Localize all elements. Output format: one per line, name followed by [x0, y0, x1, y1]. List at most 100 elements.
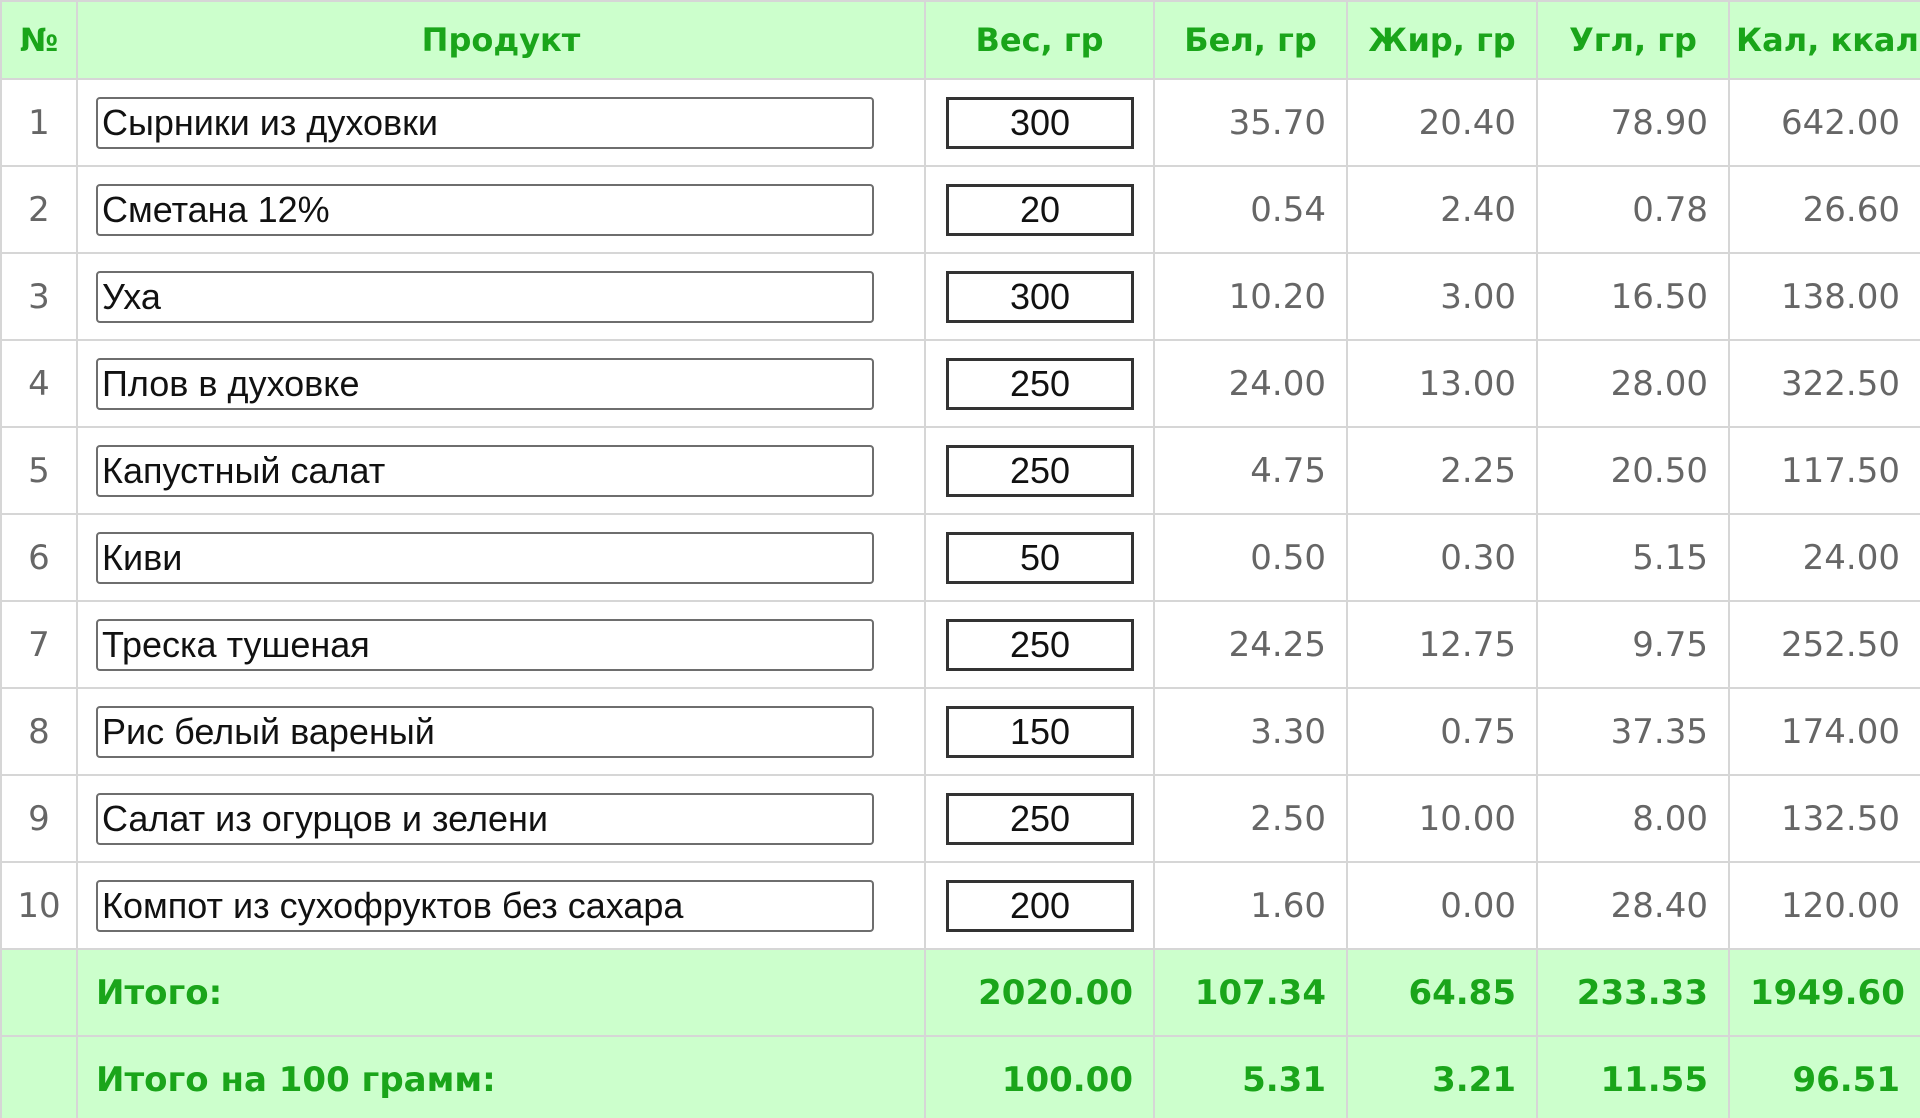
- product-input[interactable]: [96, 270, 874, 323]
- weight-input[interactable]: [946, 444, 1134, 497]
- row-number: 6: [0, 513, 78, 602]
- weight-cell: [924, 687, 1155, 776]
- totals-weight: 2020.00: [924, 948, 1155, 1037]
- weight-input[interactable]: [946, 531, 1134, 584]
- product-input[interactable]: [96, 357, 874, 410]
- totals-label: Итого:: [76, 948, 926, 1037]
- carbs-cell: 20.50: [1536, 426, 1730, 515]
- protein-cell: 2.50: [1153, 774, 1348, 863]
- protein-cell: 3.30: [1153, 687, 1348, 776]
- header-product: Продукт: [76, 0, 926, 80]
- protein-cell: 24.25: [1153, 600, 1348, 689]
- product-cell: [76, 252, 926, 341]
- kcal-cell: 132.50: [1728, 774, 1920, 863]
- fat-cell: 20.40: [1346, 78, 1538, 167]
- carbs-cell: 5.15: [1536, 513, 1730, 602]
- kcal-cell: 138.00: [1728, 252, 1920, 341]
- table-row: 4 24.00 13.00 28.00 322.50: [0, 339, 1920, 428]
- product-input[interactable]: [96, 183, 874, 236]
- weight-input[interactable]: [946, 96, 1134, 149]
- kcal-cell: 26.60: [1728, 165, 1920, 254]
- weight-cell: [924, 78, 1155, 167]
- weight-cell: [924, 339, 1155, 428]
- weight-cell: [924, 165, 1155, 254]
- kcal-cell: 174.00: [1728, 687, 1920, 776]
- product-cell: [76, 78, 926, 167]
- table-row: 7 24.25 12.75 9.75 252.50: [0, 600, 1920, 689]
- fat-cell: 2.40: [1346, 165, 1538, 254]
- product-cell: [76, 165, 926, 254]
- protein-cell: 24.00: [1153, 339, 1348, 428]
- row-number: 5: [0, 426, 78, 515]
- kcal-cell: 117.50: [1728, 426, 1920, 515]
- table-row: 3 10.20 3.00 16.50 138.00: [0, 252, 1920, 341]
- protein-cell: 35.70: [1153, 78, 1348, 167]
- table-row: 6 0.50 0.30 5.15 24.00: [0, 513, 1920, 602]
- totals-protein: 107.34: [1153, 948, 1348, 1037]
- header-num: №: [0, 0, 78, 80]
- product-cell: [76, 687, 926, 776]
- protein-cell: 10.20: [1153, 252, 1348, 341]
- header-protein: Бел, гр: [1153, 0, 1348, 80]
- weight-input[interactable]: [946, 183, 1134, 236]
- table-row: 9 2.50 10.00 8.00 132.50: [0, 774, 1920, 863]
- per100-carbs: 11.55: [1536, 1035, 1730, 1118]
- row-number: 8: [0, 687, 78, 776]
- totals-row: Итого: 2020.00 107.34 64.85 233.33 1949.…: [0, 948, 1920, 1037]
- carbs-cell: 28.00: [1536, 339, 1730, 428]
- weight-input[interactable]: [946, 357, 1134, 410]
- weight-input[interactable]: [946, 705, 1134, 758]
- product-input[interactable]: [96, 96, 874, 149]
- weight-cell: [924, 513, 1155, 602]
- fat-cell: 3.00: [1346, 252, 1538, 341]
- row-number: 7: [0, 600, 78, 689]
- carbs-cell: 16.50: [1536, 252, 1730, 341]
- protein-cell: 0.54: [1153, 165, 1348, 254]
- weight-cell: [924, 426, 1155, 515]
- product-input[interactable]: [96, 792, 874, 845]
- table-row: 2 0.54 2.40 0.78 26.60: [0, 165, 1920, 254]
- product-cell: [76, 861, 926, 950]
- fat-cell: 2.25: [1346, 426, 1538, 515]
- carbs-cell: 0.78: [1536, 165, 1730, 254]
- weight-input[interactable]: [946, 792, 1134, 845]
- per100-empty-cell: [0, 1035, 78, 1118]
- per100-kcal: 96.51: [1728, 1035, 1920, 1118]
- fat-cell: 12.75: [1346, 600, 1538, 689]
- totals-carbs: 233.33: [1536, 948, 1730, 1037]
- row-number: 1: [0, 78, 78, 167]
- table-row: 8 3.30 0.75 37.35 174.00: [0, 687, 1920, 776]
- weight-cell: [924, 861, 1155, 950]
- per100-weight: 100.00: [924, 1035, 1155, 1118]
- carbs-cell: 37.35: [1536, 687, 1730, 776]
- weight-input[interactable]: [946, 879, 1134, 932]
- totals-fat: 64.85: [1346, 948, 1538, 1037]
- carbs-cell: 8.00: [1536, 774, 1730, 863]
- carbs-cell: 28.40: [1536, 861, 1730, 950]
- product-cell: [76, 513, 926, 602]
- header-kcal: Кал, ккал: [1728, 0, 1920, 80]
- carbs-cell: 78.90: [1536, 78, 1730, 167]
- row-number: 2: [0, 165, 78, 254]
- weight-input[interactable]: [946, 270, 1134, 323]
- weight-input[interactable]: [946, 618, 1134, 671]
- product-cell: [76, 339, 926, 428]
- header-carbs: Угл, гр: [1536, 0, 1730, 80]
- kcal-cell: 252.50: [1728, 600, 1920, 689]
- header-weight: Вес, гр: [924, 0, 1155, 80]
- totals-empty-cell: [0, 948, 78, 1037]
- per100-row: Итого на 100 грамм: 100.00 5.31 3.21 11.…: [0, 1035, 1920, 1118]
- product-input[interactable]: [96, 705, 874, 758]
- product-input[interactable]: [96, 618, 874, 671]
- table-row: 10 1.60 0.00 28.40 120.00: [0, 861, 1920, 950]
- product-input[interactable]: [96, 879, 874, 932]
- kcal-cell: 120.00: [1728, 861, 1920, 950]
- row-number: 10: [0, 861, 78, 950]
- weight-cell: [924, 252, 1155, 341]
- kcal-cell: 322.50: [1728, 339, 1920, 428]
- fat-cell: 0.75: [1346, 687, 1538, 776]
- header-row: № Продукт Вес, гр Бел, гр Жир, гр Угл, г…: [0, 0, 1920, 80]
- table-row: 1 35.70 20.40 78.90 642.00: [0, 78, 1920, 167]
- product-input[interactable]: [96, 444, 874, 497]
- product-input[interactable]: [96, 531, 874, 584]
